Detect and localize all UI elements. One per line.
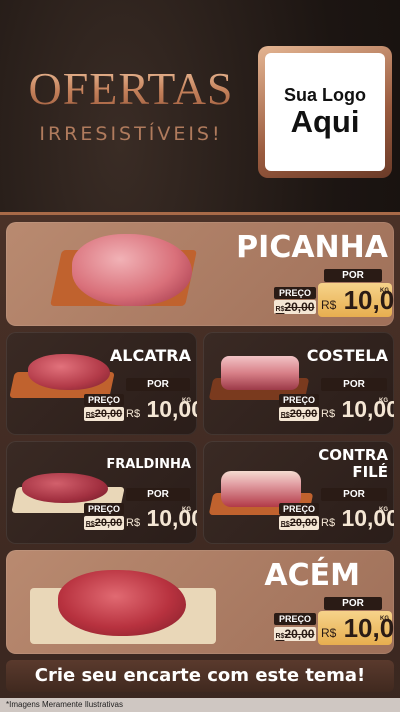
page-subtitle: IRRESISTÍVEIS! xyxy=(39,123,223,145)
product-card-alcatra[interactable]: ALCATRA POR PREÇO R$20,00 R$ 10,00 KG xyxy=(6,332,197,435)
product-name: CONTRA FILÉ xyxy=(318,447,388,481)
picanha-meat-icon xyxy=(72,234,192,306)
logo-placeholder[interactable]: Sua Logo Aqui xyxy=(258,46,392,178)
logo-box: Sua Logo Aqui xyxy=(265,53,385,171)
logo-text-line1: Sua Logo xyxy=(284,85,366,105)
product-name: ACÉM xyxy=(264,558,360,593)
unit-label: KG xyxy=(182,507,191,513)
product-card-contra-file[interactable]: CONTRA FILÉ POR PREÇO R$20,00 R$ 10,00 K… xyxy=(203,441,394,544)
old-price: R$20,00 xyxy=(279,407,319,421)
product-name: FRALDINHA xyxy=(106,457,191,472)
old-price-value: 20,00 xyxy=(289,408,318,420)
new-price: R$ 10,00 KG xyxy=(123,502,197,534)
logo-text-line2: Aqui xyxy=(290,104,360,139)
acem-meat-icon xyxy=(58,570,186,636)
disclaimer-text: *Imagens Meramente Ilustrativas xyxy=(0,698,400,712)
preco-label: PREÇO xyxy=(279,394,319,406)
old-price-value: 20,00 xyxy=(284,627,315,641)
old-price: R$20,00 xyxy=(84,407,124,421)
product-name-line2: FILÉ xyxy=(352,463,388,481)
new-price-currency: R$ xyxy=(126,517,141,529)
por-label: POR xyxy=(324,597,382,610)
new-price-currency: R$ xyxy=(321,517,336,529)
preco-label: PREÇO xyxy=(274,613,316,625)
preco-label: PREÇO xyxy=(84,394,124,406)
new-price-currency: R$ xyxy=(321,298,337,312)
header: OFERTAS IRRESISTÍVEIS! Sua Logo Aqui xyxy=(0,0,400,210)
preco-label: PREÇO xyxy=(274,287,316,299)
new-price: R$ 10,00 KG xyxy=(318,611,394,645)
preco-label: PREÇO xyxy=(279,503,319,515)
old-price-value: 20,00 xyxy=(94,517,123,529)
por-label: POR xyxy=(126,378,190,391)
new-price: R$ 10,00 KG xyxy=(123,393,197,425)
contra-file-meat-icon xyxy=(221,471,301,507)
old-price: R$20,00 xyxy=(84,516,124,530)
product-name-line1: CONTRA xyxy=(318,446,388,464)
por-label: POR xyxy=(321,488,387,501)
old-price-currency: R$ xyxy=(280,412,290,419)
unit-label: KG xyxy=(182,398,191,404)
por-label: POR xyxy=(321,378,387,391)
alcatra-meat-icon xyxy=(28,354,110,390)
product-card-acem[interactable]: ACÉM POR PREÇO R$20,00 R$ 10,00 KG xyxy=(6,550,394,654)
page-title: OFERTAS xyxy=(6,62,256,115)
product-card-costela[interactable]: COSTELA POR PREÇO R$20,00 R$ 10,00 KG xyxy=(203,332,394,435)
por-label: POR xyxy=(126,488,190,501)
product-name: COSTELA xyxy=(306,346,388,365)
unit-label: KG xyxy=(379,398,388,404)
old-price: R$20,00 xyxy=(279,516,319,530)
product-card-fraldinha[interactable]: FRALDINHA POR PREÇO R$20,00 R$ 10,00 KG xyxy=(6,441,197,544)
new-price-currency: R$ xyxy=(321,408,336,420)
old-price: R$20,00 xyxy=(274,627,316,641)
preco-label: PREÇO xyxy=(84,503,124,515)
fraldinha-meat-icon xyxy=(22,473,108,503)
old-price-value: 20,00 xyxy=(289,517,318,529)
cta-banner[interactable]: Crie seu encarte com este tema! xyxy=(6,660,394,692)
unit-label: KG xyxy=(380,288,389,294)
old-price-value: 20,00 xyxy=(284,300,315,314)
old-price-value: 20,00 xyxy=(94,408,123,420)
old-price-currency: R$ xyxy=(85,521,95,528)
new-price: R$ 10,00 KG xyxy=(318,393,394,425)
product-name: PICANHA xyxy=(236,230,388,265)
unit-label: KG xyxy=(379,507,388,513)
new-price: R$ 10,00 KG xyxy=(318,283,394,317)
old-price-currency: R$ xyxy=(280,521,290,528)
product-name: ALCATRA xyxy=(109,346,191,365)
old-price: R$20,00 xyxy=(274,300,316,314)
old-price-currency: R$ xyxy=(85,412,95,419)
costela-meat-icon xyxy=(221,356,299,390)
flyer-page: OFERTAS IRRESISTÍVEIS! Sua Logo Aqui PIC… xyxy=(0,0,400,712)
new-price: R$ 10,00 KG xyxy=(318,502,394,534)
product-card-picanha[interactable]: PICANHA POR PREÇO R$20,00 R$ 10,00 KG xyxy=(6,222,394,326)
new-price-currency: R$ xyxy=(321,626,337,640)
por-label: POR xyxy=(324,269,382,282)
unit-label: KG xyxy=(380,616,389,622)
new-price-currency: R$ xyxy=(126,408,141,420)
